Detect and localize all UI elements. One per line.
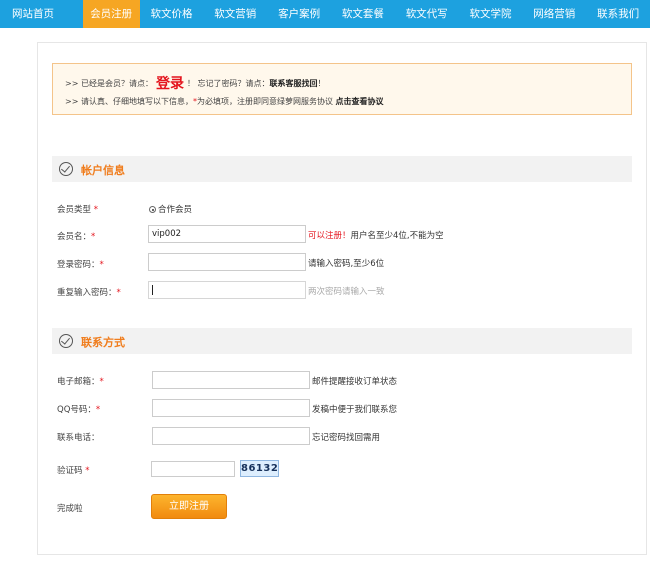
recover-password-link[interactable]: 联系客服找回 [270,79,318,88]
username-hint: 可以注册！用户名至少4位,不能为空 [308,229,444,241]
agreement-link[interactable]: 点击查看协议 [336,97,384,106]
label-text: 联系电话： [57,433,100,443]
nav-item-register[interactable]: 会员注册 [82,0,140,28]
notice-text: ！ [317,79,326,88]
label-text: 电子邮箱： [57,377,100,387]
nav-item-writing[interactable]: 软文代写 [395,0,459,28]
password-input[interactable] [148,253,306,271]
check-circle-icon [59,334,73,348]
required-star: * [99,260,104,270]
notice-box: >> 已经是会员？请点： 登录！ 忘记了密码？请点：联系客服找回！ >> 请认真、… [52,63,632,115]
required-star: * [99,377,104,387]
username-label: 会员名：* [57,230,95,242]
member-type-label: 会员类型 * [57,203,98,215]
phone-input[interactable] [152,427,310,445]
text-caret [152,285,153,295]
hint-text: 用户名至少4位,不能为空 [350,231,444,241]
notice-text: 为必填项，注册即同意绿萝网服务协议 [196,97,336,106]
required-star: * [85,466,90,476]
top-nav: 网站首页 会员注册 软文价格 软文营销 客户案例 软文套餐 软文代写 软文学院 … [0,0,650,28]
notice-text: >> 已经是会员？请点： [65,79,153,88]
nav-item-packages[interactable]: 软文套餐 [331,0,395,28]
member-type-radio[interactable]: 合作会员 [149,203,192,215]
finish-label: 完成啦 [57,504,83,514]
repeat-password-input[interactable] [148,281,306,299]
captcha-input[interactable] [151,461,235,477]
radio-label: 合作会员 [158,205,193,215]
qq-hint: 发稿中便于我们联系您 [312,405,398,415]
nav-item-marketing[interactable]: 软文营销 [203,0,267,28]
nav-item-home[interactable]: 网站首页 [0,0,83,28]
required-star: * [95,405,101,415]
register-submit-button[interactable]: 立即注册 [151,494,227,519]
label-text: 验证码 [57,466,83,476]
qq-input[interactable] [152,399,310,417]
nav-item-web-marketing[interactable]: 网络营销 [522,0,586,28]
form-frame [37,42,647,555]
captcha-image[interactable]: 86132 [240,460,279,477]
section-title: 联系方式 [81,336,125,349]
email-label: 电子邮箱：* [57,375,104,387]
repeat-password-label: 重复输入密码：* [57,286,121,298]
label-text: 登录密码： [57,260,100,270]
section-title: 帐户信息 [81,164,125,177]
password-label: 登录密码：* [57,258,104,270]
nav-item-contact[interactable]: 联系我们 [586,0,650,28]
radio-selected-icon [149,206,156,213]
required-star: * [93,205,98,215]
account-section-header: 帐户信息 [52,156,632,182]
required-star: * [116,288,121,298]
phone-label: 联系电话： [57,431,100,443]
label-text: 会员类型 [57,205,92,215]
login-link[interactable]: 登录 [156,76,184,92]
nav-item-academy[interactable]: 软文学院 [459,0,523,28]
nav-item-cases[interactable]: 客户案例 [267,0,331,28]
username-available: 可以注册！ [308,231,351,241]
required-star: * [91,232,96,242]
repeat-password-hint: 两次密码请输入一致 [308,287,385,297]
nav-item-price[interactable]: 软文价格 [140,0,204,28]
password-hint: 请输入密码,至少6位 [308,259,385,269]
notice-text: ！ 忘记了密码？请点： [186,79,270,88]
captcha-label: 验证码 * [57,464,89,476]
notice-line-agreement: >> 请认真、仔细地填写以下信息，*为必填项，注册即同意绿萝网服务协议 点击查看… [65,96,384,107]
qq-label: QQ号码：* [57,403,100,415]
notice-text: >> 请认真、仔细地填写以下信息， [65,97,193,106]
email-input[interactable] [152,371,310,389]
contact-section-header: 联系方式 [52,328,632,354]
email-hint: 邮件提醒接收订单状态 [312,377,398,387]
label-text: QQ号码： [57,405,96,415]
notice-line-login: >> 已经是会员？请点： 登录！ 忘记了密码？请点：联系客服找回！ [65,73,326,93]
label-text: 会员名： [57,232,92,242]
username-input[interactable] [148,225,306,243]
label-text: 重复输入密码： [57,288,117,298]
check-circle-icon [59,162,73,176]
phone-hint: 忘记密码找回需用 [312,433,381,443]
